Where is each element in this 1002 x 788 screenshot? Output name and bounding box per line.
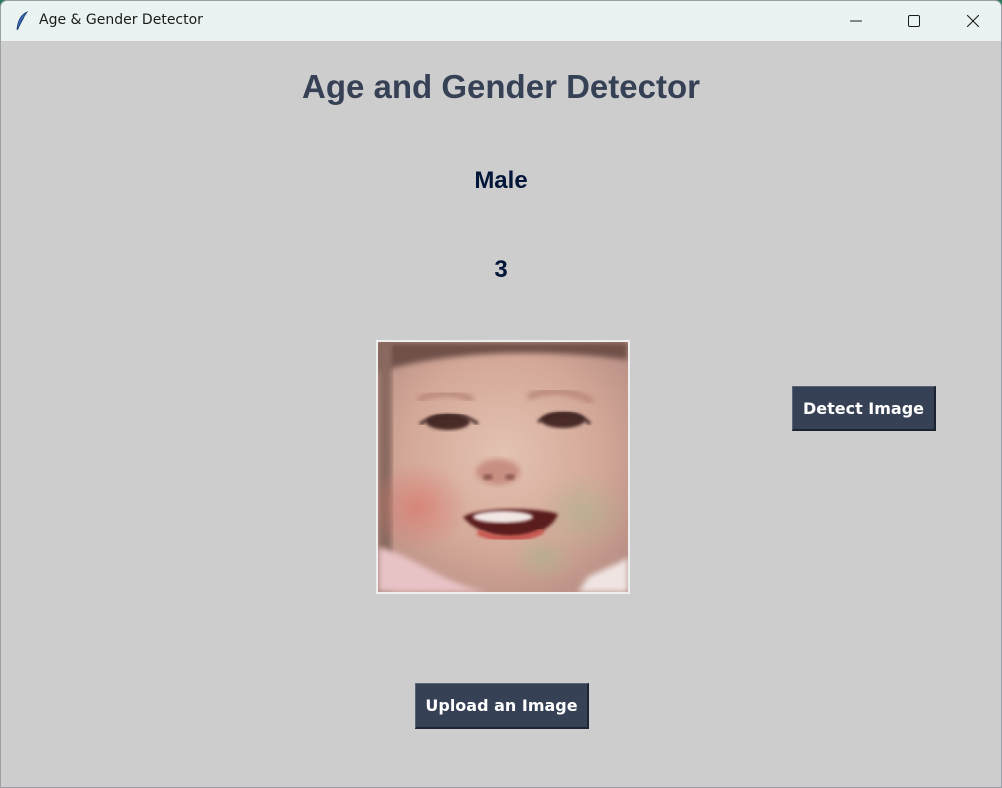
gender-result-label: Male — [474, 167, 528, 194]
upload-image-button[interactable]: Upload an Image — [415, 683, 589, 729]
minimize-icon — [850, 20, 862, 22]
window-title: Age & Gender Detector — [39, 12, 203, 28]
feather-icon — [16, 11, 29, 31]
close-icon — [967, 15, 979, 27]
close-button[interactable] — [944, 1, 1001, 41]
age-result-label: 3 — [494, 256, 508, 283]
face-image — [378, 342, 628, 592]
title-bar[interactable]: Age & Gender Detector — [1, 1, 1001, 41]
page-heading: Age and Gender Detector — [302, 68, 700, 105]
app-window: Age & Gender Detector Age and Gender Det… — [0, 0, 1002, 788]
uploaded-face-photo — [376, 340, 630, 594]
maximize-icon — [908, 15, 920, 27]
detect-image-button[interactable]: Detect Image — [792, 386, 936, 431]
maximize-button[interactable] — [885, 1, 943, 41]
minimize-button[interactable] — [827, 1, 885, 41]
